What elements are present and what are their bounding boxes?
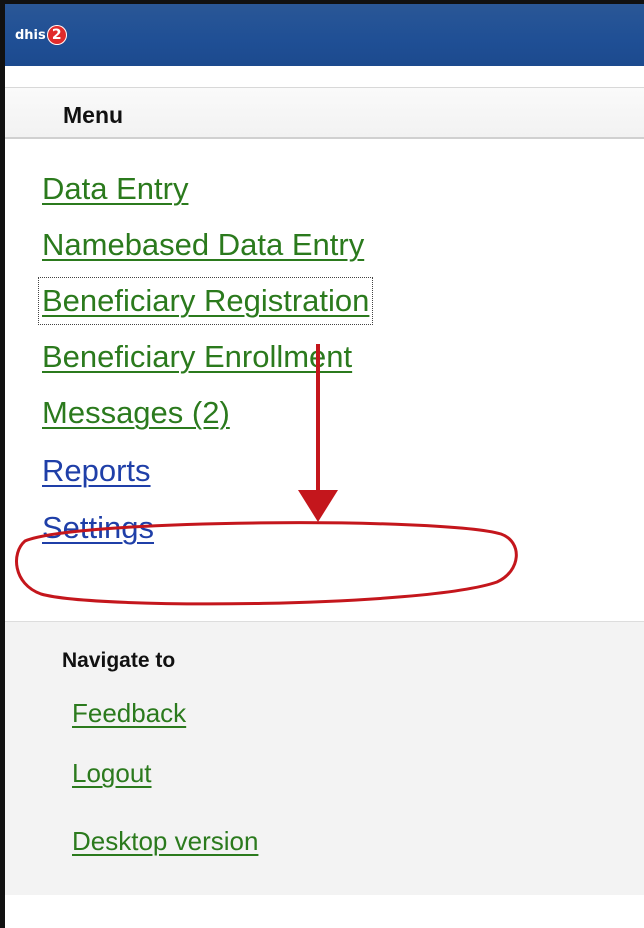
nav-item-logout[interactable]: Logout — [72, 756, 152, 790]
logo-badge: 2 — [46, 25, 67, 45]
menu-item-beneficiary-registration[interactable]: Beneficiary Registration — [37, 277, 374, 325]
menu-item-settings[interactable]: Settings — [42, 508, 154, 548]
nav-item-feedback[interactable]: Feedback — [72, 696, 186, 730]
menu-item-reports[interactable]: Reports — [42, 451, 151, 491]
nav-item-desktop-version[interactable]: Desktop version — [72, 824, 258, 858]
navigate-title: Navigate to — [62, 649, 176, 672]
menu-item-namebased-data-entry[interactable]: Namebased Data Entry — [42, 225, 364, 265]
mobile-app-window: dhis 2 Menu Data Entry Namebased Data En… — [0, 0, 644, 928]
menu-title: Menu — [63, 102, 124, 128]
logo-text: dhis — [15, 27, 46, 43]
menu-header: Menu — [5, 87, 644, 139]
dhis2-logo[interactable]: dhis 2 — [15, 25, 67, 45]
top-bar: dhis 2 — [5, 4, 644, 66]
menu-item-beneficiary-enrollment[interactable]: Beneficiary Enrollment — [42, 337, 352, 377]
menu-item-messages[interactable]: Messages (2) — [42, 393, 230, 433]
menu-item-data-entry[interactable]: Data Entry — [42, 169, 188, 209]
navigate-section: Navigate to Feedback Logout Desktop vers… — [5, 621, 644, 895]
